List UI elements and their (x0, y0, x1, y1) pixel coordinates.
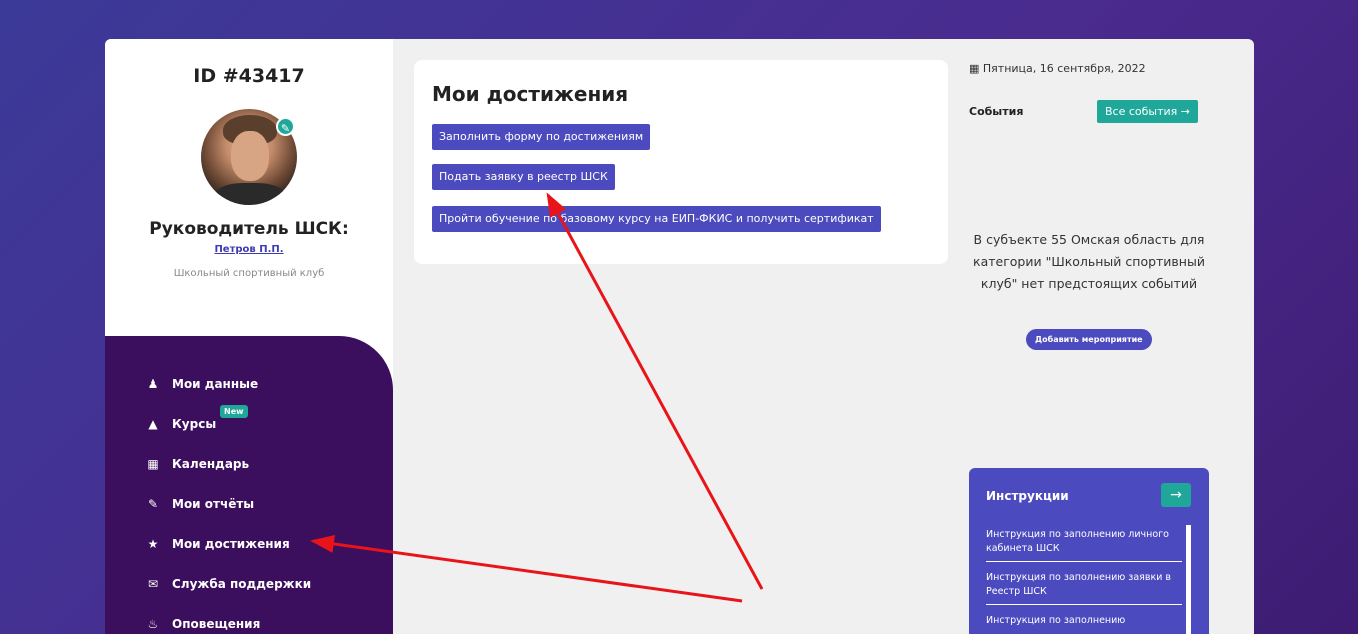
instruction-link[interactable]: Инструкция по заполнению личного кабинет… (986, 528, 1182, 562)
app-window: ID #43417 ✎ Руководитель ШСК: Петров П.П… (105, 39, 1254, 634)
sidebar-item-label: Курсы (172, 417, 217, 431)
achievements-card: Мои достижения Заполнить форму по достиж… (414, 60, 948, 264)
sidebar-item-my-data[interactable]: ♟ Мои данные (145, 377, 259, 391)
add-event-button[interactable]: Добавить мероприятие (1026, 329, 1152, 350)
user-icon: ♟ (147, 377, 159, 391)
sidebar-item-courses[interactable]: ▲ Курсы New (145, 405, 248, 431)
fill-achievements-form-button[interactable]: Заполнить форму по достижениям (432, 124, 651, 150)
instructions-scrollbar[interactable] (1186, 525, 1191, 634)
instruction-link[interactable]: Инструкция по заполнению заявки в Реестр… (986, 571, 1182, 605)
sidebar-item-notifications[interactable]: ♨ Оповещения (145, 617, 261, 631)
sidebar-item-label: Мои достижения (172, 537, 290, 551)
arrow-right-icon[interactable]: → (1161, 483, 1191, 507)
no-events-message: В субъекте 55 Омская область для категор… (973, 232, 1205, 291)
calendar-icon: ▦ (147, 457, 159, 471)
instructions-panel: Инструкции → Инструкция по заполнению ли… (969, 468, 1209, 634)
avatar-face (231, 131, 269, 181)
page-title: Мои достижения (432, 82, 629, 106)
sidebar-item-label: Мои данные (172, 377, 259, 391)
sidebar-item-label: Календарь (172, 457, 250, 471)
events-heading: События (969, 105, 1024, 118)
instructions-list: Инструкция по заполнению личного кабинет… (986, 528, 1182, 634)
sidebar-item-label: Мои отчёты (172, 497, 255, 511)
sidebar-item-label: Оповещения (172, 617, 261, 631)
trophy-icon: ★ (147, 537, 159, 551)
submit-registry-application-button[interactable]: Подать заявку в реестр ШСК (432, 164, 615, 190)
current-date: ▦ Пятница, 16 сентября, 2022 (969, 62, 1146, 75)
sidebar-item-reports[interactable]: ✎ Мои отчёты (145, 497, 254, 511)
sidebar-item-label: Служба поддержки (172, 577, 312, 591)
sidebar-item-calendar[interactable]: ▦ Календарь (145, 457, 249, 471)
manager-link[interactable]: Петров П.П. (105, 244, 393, 255)
bell-icon: ♨ (147, 617, 159, 631)
sidebar-item-support[interactable]: ✉ Служба поддержки (145, 577, 311, 591)
avatar-shirt (215, 183, 285, 205)
edit-icon: ✎ (147, 497, 159, 511)
sidebar-nav: ♟ Мои данные ▲ Курсы New ▦ Календарь ✎ М… (105, 336, 393, 634)
sidebar-item-achievements[interactable]: ★ Мои достижения (145, 537, 290, 551)
graduation-cap-icon: ▲ (148, 417, 158, 431)
role-title: Руководитель ШСК: (149, 219, 349, 239)
organization-label: Школьный спортивный клуб (173, 268, 325, 279)
date-text: Пятница, 16 сентября, 2022 (982, 62, 1146, 75)
all-events-button[interactable]: Все события → (1097, 100, 1198, 123)
edit-avatar-icon[interactable]: ✎ (276, 117, 295, 136)
envelope-icon: ✉ (147, 577, 159, 591)
calendar-icon: ▦ (969, 62, 980, 75)
instructions-title: Инструкции (986, 489, 1069, 503)
instruction-link[interactable]: Инструкция по заполнению (986, 614, 1182, 633)
new-badge: New (220, 405, 248, 418)
sidebar: ID #43417 ✎ Руководитель ШСК: Петров П.П… (105, 39, 393, 634)
take-course-certificate-button[interactable]: Пройти обучение по базовому курсу на ЕИП… (432, 206, 881, 232)
user-id: ID #43417 (193, 65, 305, 87)
